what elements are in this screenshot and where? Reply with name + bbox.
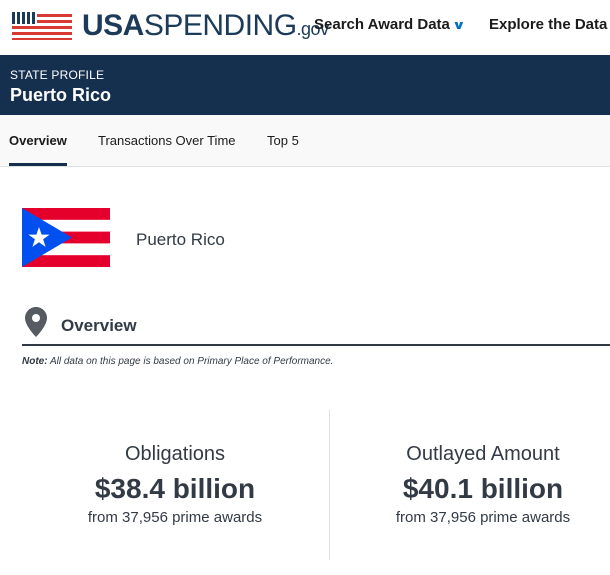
tab-top-5[interactable]: Top 5 [267,133,299,148]
tab-overview[interactable]: Overview [9,133,67,148]
nav-explore-the-data[interactable]: Explore the Data∨ [489,16,610,33]
profile-banner: STATE PROFILE Puerto Rico [0,55,610,115]
logo-spending: SPENDING [143,9,297,42]
site-header: USASPENDING.gov Search Award Data ∨ Explo… [0,0,610,55]
stat-value: $40.1 billion [402,473,564,504]
page-title: Puerto Rico [10,85,112,105]
state-name: Puerto Rico [136,230,225,249]
stat-subtext: from 37,956 prime awards [87,509,263,526]
tab-transactions-over-time[interactable]: Transactions Over Time [98,133,236,148]
stat-label: Outlayed Amount [406,443,560,465]
stat-divider [329,410,330,560]
section-title: Overview [61,316,137,335]
note-text: All data on this page is based on Primar… [47,356,334,367]
section-divider [22,344,610,346]
note-label: Note: [22,356,48,367]
stat-subtext: from 37,956 prime awards [395,509,571,526]
logo-flag-icon [12,12,72,40]
chevron-down-icon: ∨ [451,18,466,32]
outlayed-amount-stat: Outlayed Amount $40.1 billion from 37,95… [333,440,610,528]
nav-search-award-data[interactable]: Search Award Data ∨ [314,16,466,33]
puerto-rico-flag-icon [22,208,110,267]
section-tabs: Overview Transactions Over Time Top 5 [0,115,610,167]
stat-value: $38.4 billion [94,473,256,504]
logo-text: USASPENDING.gov [82,9,329,46]
obligations-stat: Obligations $38.4 billion from 37,956 pr… [25,440,325,528]
map-pin-icon [25,307,47,337]
active-tab-indicator [9,163,67,166]
nav-label: Explore the Data [489,16,608,33]
stat-label: Obligations [124,443,226,465]
logo-usa: USA [82,9,144,42]
nav-label: Search Award Data [314,16,450,33]
usaspending-logo[interactable]: USASPENDING.gov [12,9,329,43]
banner-label: STATE PROFILE [10,68,105,82]
data-note: Note: All data on this page is based on … [22,356,333,367]
